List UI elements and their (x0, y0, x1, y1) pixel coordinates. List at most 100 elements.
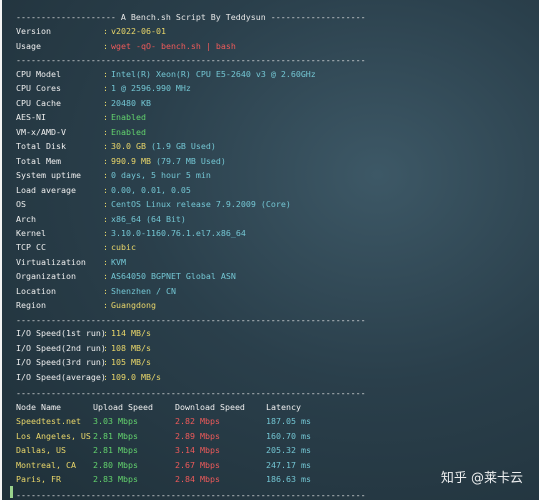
sysinfo-label: OS (16, 199, 26, 210)
io-value: 114 MB/s (111, 328, 151, 338)
sysinfo-value-text: 1 @ 2596.990 MHz (111, 83, 191, 94)
sysinfo-value-text: Enabled (111, 126, 146, 137)
window-border (0, 0, 2, 500)
colon-separator: : (103, 285, 108, 296)
version-value: wget -qO- bench.sh | bash (111, 41, 236, 51)
sysinfo-value: Shenzhen / CN (111, 286, 176, 296)
colon-separator: : (103, 69, 108, 79)
colon-separator: : (103, 126, 108, 137)
sysinfo-label: CPU Model (16, 69, 61, 79)
sysinfo-label: AES-NI (16, 112, 46, 123)
sysinfo-value-text: AS64050 BGPNET Global ASN (111, 271, 236, 282)
terminal-window[interactable]: -------------------- A Bench.sh Script B… (0, 0, 539, 500)
download-speed: 2.67 Mbps (175, 459, 220, 470)
sysinfo-value: 990.9 MB (79.7 MB Used) (111, 156, 226, 166)
colon-separator: : (103, 256, 108, 267)
sysinfo-value: Enabled (111, 127, 146, 137)
node-name: Montreal, CA (16, 459, 76, 470)
separator-4: ----------------------------------------… (16, 490, 366, 500)
colon-separator: : (103, 227, 108, 238)
sysinfo-value-text: CentOS Linux release 7.9.2009 (Core) (111, 199, 291, 210)
sysinfo-value: CentOS Linux release 7.9.2009 (Core) (111, 199, 291, 209)
colon-separator: : (103, 199, 108, 210)
latency: 205.32 ms (266, 445, 311, 455)
sysinfo-value: KVM (111, 257, 126, 267)
version-value-text: wget -qO- bench.sh | bash (111, 40, 236, 51)
sysinfo-label: Arch (16, 213, 36, 224)
colon-separator: : (103, 328, 108, 338)
download-speed: 3.14 Mbps (175, 445, 220, 455)
sysinfo-value: Guangdong (111, 300, 156, 310)
sysinfo-value-text: KVM (111, 256, 126, 267)
download-speed: 2.82 Mbps (175, 416, 220, 426)
latency: 160.70 ms (266, 430, 311, 441)
colon-separator: : (103, 300, 108, 311)
sysinfo-value: Enabled (111, 112, 146, 122)
terminal-cursor (10, 486, 13, 498)
sysinfo-value: 0 days, 5 hour 5 min (111, 170, 211, 180)
sysinfo-label: Kernel (16, 227, 46, 238)
sysinfo-value: 30.0 GB (1.9 GB Used) (111, 141, 216, 151)
colon-separator: : (103, 213, 108, 224)
colon-separator: : (103, 155, 108, 166)
download-speed: 2.89 Mbps (175, 430, 220, 441)
colon-separator: : (103, 342, 108, 353)
sysinfo-value-text: 0.00, 0.01, 0.05 (111, 184, 191, 195)
node-name: Paris, FR (16, 474, 61, 484)
sysinfo-value-extra: (1.9 GB Used) (145, 141, 216, 152)
node-name: Los Angeles, US (16, 430, 91, 441)
watermark-text: 知乎 @莱卡云 (440, 471, 523, 486)
sysinfo-label: Total Disk (16, 141, 66, 152)
sysinfo-label: Virtualization (16, 256, 86, 267)
version-value-text: v2022-06-01 (111, 26, 166, 36)
io-value: 105 MB/s (111, 357, 151, 367)
sysinfo-value: 3.10.0-1160.76.1.el7.x86_64 (111, 228, 246, 238)
separator-3: ----------------------------------------… (16, 388, 366, 398)
sysinfo-value-text: Intel(R) Xeon(R) CPU E5-2640 v3 @ 2.60GH… (111, 69, 316, 79)
colon-separator: : (103, 271, 108, 282)
sysinfo-label: CPU Cores (16, 83, 61, 94)
colon-separator: : (103, 97, 108, 108)
upload-speed: 2.80 Mbps (93, 459, 138, 470)
sysinfo-label: Region (16, 300, 46, 311)
download-speed: 2.84 Mbps (175, 474, 220, 484)
sysinfo-value: AS64050 BGPNET Global ASN (111, 271, 236, 281)
sysinfo-value: x86_64 (64 Bit) (111, 214, 186, 224)
sysinfo-value-text: 3.10.0-1160.76.1.el7.x86_64 (111, 227, 246, 238)
colon-separator: : (103, 184, 108, 195)
io-value: 108 MB/s (111, 342, 151, 353)
separator-2: ----------------------------------------… (16, 315, 366, 325)
sysinfo-value-text: Shenzhen / CN (111, 285, 176, 296)
sysinfo-value-extra: (79.7 MB Used) (150, 155, 226, 166)
sysinfo-value-text: 990.9 MB (111, 155, 151, 166)
column-header: Latency (266, 402, 301, 412)
sysinfo-label: Load average (16, 184, 76, 195)
version-label: Version (16, 26, 51, 36)
version-value: v2022-06-01 (111, 26, 166, 36)
sysinfo-label: Total Mem (16, 155, 61, 166)
io-label: I/O Speed(1st run) (16, 328, 106, 338)
column-header: Upload Speed (93, 402, 153, 412)
upload-speed: 3.03 Mbps (93, 416, 138, 426)
colon-separator: : (103, 242, 108, 253)
separator-1: ----------------------------------------… (16, 55, 366, 65)
sysinfo-value-text: x86_64 (64 Bit) (111, 213, 186, 224)
colon-separator: : (103, 141, 108, 152)
node-name: Dallas, US (16, 445, 66, 455)
latency: 187.05 ms (266, 416, 311, 426)
column-header: Download Speed (175, 402, 245, 412)
colon-separator: : (103, 26, 108, 36)
sysinfo-label: VM-x/AMD-V (16, 126, 66, 137)
latency: 247.17 ms (266, 459, 311, 470)
sysinfo-value-text: 20480 KB (111, 97, 151, 108)
latency: 186.63 ms (266, 474, 311, 484)
sysinfo-value: cubic (111, 242, 136, 252)
sysinfo-label: System uptime (16, 170, 81, 181)
colon-separator: : (103, 112, 108, 123)
sysinfo-label: CPU Cache (16, 97, 61, 108)
node-name: Speedtest.net (16, 416, 81, 426)
sysinfo-value: Intel(R) Xeon(R) CPU E5-2640 v3 @ 2.60GH… (111, 69, 316, 79)
sysinfo-value: 20480 KB (111, 98, 151, 108)
colon-separator: : (103, 40, 108, 51)
io-label: I/O Speed(average) (16, 371, 106, 382)
